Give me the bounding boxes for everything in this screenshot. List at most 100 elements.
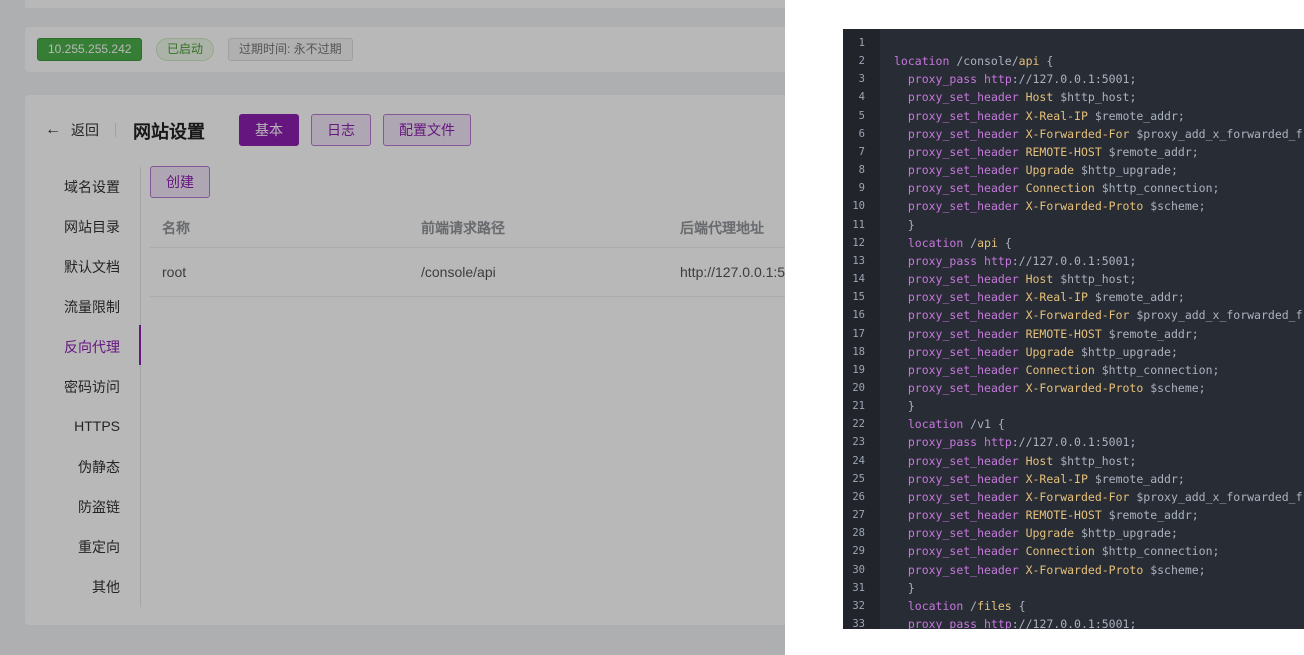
- code-line[interactable]: 17 proxy_set_header REMOTE-HOST $remote_…: [843, 325, 1304, 343]
- code-text: proxy_set_header X-Forwarded-Proto $sche…: [907, 199, 1206, 214]
- code-text: proxy_set_header Upgrade $http_upgrade;: [907, 163, 1178, 178]
- line-number: 26: [852, 490, 865, 503]
- code-text: }: [894, 399, 915, 414]
- code-text: proxy_set_header Host $http_host;: [907, 272, 1137, 287]
- code-text: proxy_set_header X-Forwarded-Proto $sche…: [907, 562, 1206, 577]
- code-text: proxy_set_header REMOTE-HOST $remote_add…: [907, 508, 1199, 523]
- code-line[interactable]: 32 location /files {: [843, 597, 1304, 615]
- code-text: proxy_set_header X-Real-IP $remote_addr;: [907, 471, 1185, 486]
- code-text: proxy_pass http://127.0.0.1:5001;: [907, 435, 1137, 450]
- code-text: location /v1 {: [907, 417, 1005, 432]
- code-text: proxy_set_header Host $http_host;: [907, 453, 1137, 468]
- code-line[interactable]: 28 proxy_set_header Upgrade $http_upgrad…: [843, 524, 1304, 542]
- code-line[interactable]: 15 proxy_set_header X-Real-IP $remote_ad…: [843, 288, 1304, 306]
- code-line[interactable]: 24 proxy_set_header Host $http_host;: [843, 452, 1304, 470]
- line-number: 18: [852, 345, 865, 358]
- line-number: 20: [852, 381, 865, 394]
- code-line[interactable]: 22 location /v1 {: [843, 415, 1304, 433]
- code-line[interactable]: 11 }: [843, 216, 1304, 234]
- line-number: 7: [858, 145, 865, 158]
- code-line[interactable]: 10 proxy_set_header X-Forwarded-Proto $s…: [843, 197, 1304, 215]
- code-text: proxy_set_header Host $http_host;: [907, 90, 1137, 105]
- code-text: proxy_set_header Connection $http_connec…: [907, 544, 1220, 559]
- code-line[interactable]: 9 proxy_set_header Connection $http_conn…: [843, 179, 1304, 197]
- line-number: 1: [858, 37, 865, 49]
- code-line[interactable]: 23 proxy_pass http://127.0.0.1:5001;: [843, 433, 1304, 451]
- line-number: 33: [852, 618, 865, 629]
- line-number: 12: [852, 236, 865, 249]
- line-number: 25: [852, 472, 865, 485]
- code-text: proxy_set_header X-Forwarded-For $proxy_…: [907, 308, 1303, 323]
- line-number: 17: [852, 327, 865, 340]
- line-number: 19: [852, 363, 865, 376]
- code-line[interactable]: 3 proxy_pass http://127.0.0.1:5001;: [843, 70, 1304, 88]
- line-number: 10: [852, 200, 865, 213]
- code-line[interactable]: 6 proxy_set_header X-Forwarded-For $prox…: [843, 125, 1304, 143]
- code-line[interactable]: 19 proxy_set_header Connection $http_con…: [843, 361, 1304, 379]
- code-line[interactable]: 5 proxy_set_header X-Real-IP $remote_add…: [843, 107, 1304, 125]
- code-line[interactable]: 13 proxy_pass http://127.0.0.1:5001;: [843, 252, 1304, 270]
- code-text: proxy_set_header Upgrade $http_upgrade;: [907, 526, 1178, 541]
- line-number: 15: [852, 291, 865, 304]
- line-number: 6: [858, 127, 865, 140]
- line-number: 22: [852, 418, 865, 431]
- line-number: 24: [852, 454, 865, 467]
- code-text: proxy_set_header Connection $http_connec…: [907, 181, 1220, 196]
- code-text: proxy_set_header REMOTE-HOST $remote_add…: [907, 326, 1199, 341]
- code-text: location /files {: [907, 598, 1026, 613]
- code-line[interactable]: 26 proxy_set_header X-Forwarded-For $pro…: [843, 488, 1304, 506]
- code-text: proxy_set_header Connection $http_connec…: [907, 362, 1220, 377]
- code-text: proxy_set_header X-Real-IP $remote_addr;: [907, 108, 1185, 123]
- code-text: proxy_set_header Upgrade $http_upgrade;: [907, 344, 1178, 359]
- code-line[interactable]: 12 location /api {: [843, 234, 1304, 252]
- code-text: }: [894, 580, 915, 595]
- code-line[interactable]: 7 proxy_set_header REMOTE-HOST $remote_a…: [843, 143, 1304, 161]
- code-line[interactable]: 14 proxy_set_header Host $http_host;: [843, 270, 1304, 288]
- code-line[interactable]: 25 proxy_set_header X-Real-IP $remote_ad…: [843, 470, 1304, 488]
- line-number: 4: [858, 91, 865, 104]
- code-line[interactable]: 18 proxy_set_header Upgrade $http_upgrad…: [843, 343, 1304, 361]
- code-line[interactable]: 30 proxy_set_header X-Forwarded-Proto $s…: [843, 561, 1304, 579]
- code-text: proxy_pass http://127.0.0.1:5001;: [907, 72, 1137, 87]
- code-line[interactable]: 4 proxy_set_header Host $http_host;: [843, 88, 1304, 106]
- code-text: proxy_set_header X-Forwarded-For $proxy_…: [907, 489, 1303, 504]
- code-text: proxy_set_header REMOTE-HOST $remote_add…: [907, 144, 1199, 159]
- line-number: 32: [852, 599, 865, 612]
- code-text: proxy_set_header X-Real-IP $remote_addr;: [907, 290, 1185, 305]
- line-number: 2: [858, 55, 865, 68]
- code-editor[interactable]: 1 2 location /console/api {3 proxy_pass ht…: [843, 29, 1304, 629]
- code-line[interactable]: 2 location /console/api {: [843, 52, 1304, 70]
- code-line[interactable]: 33 proxy_pass http://127.0.0.1:5001;: [843, 615, 1304, 629]
- code-line[interactable]: 27 proxy_set_header REMOTE-HOST $remote_…: [843, 506, 1304, 524]
- code-line[interactable]: 29 proxy_set_header Connection $http_con…: [843, 542, 1304, 560]
- code-text: proxy_set_header X-Forwarded-For $proxy_…: [907, 126, 1303, 141]
- code-line[interactable]: 8 proxy_set_header Upgrade $http_upgrade…: [843, 161, 1304, 179]
- line-number: 16: [852, 309, 865, 322]
- line-number: 23: [852, 436, 865, 449]
- line-number: 27: [852, 509, 865, 522]
- line-number: 11: [852, 218, 865, 231]
- code-text: location /api {: [907, 235, 1012, 250]
- code-text: proxy_set_header X-Forwarded-Proto $sche…: [907, 380, 1206, 395]
- code-lines: 1 2 location /console/api {3 proxy_pass ht…: [843, 34, 1304, 629]
- line-number: 5: [858, 109, 865, 122]
- line-number: 8: [858, 164, 865, 177]
- config-drawer: 1 2 location /console/api {3 proxy_pass ht…: [785, 0, 1304, 655]
- code-text: proxy_pass http://127.0.0.1:5001;: [907, 253, 1137, 268]
- code-text: }: [894, 217, 915, 232]
- line-number: 31: [852, 581, 865, 594]
- code-line[interactable]: 21 }: [843, 397, 1304, 415]
- code-line[interactable]: 31 }: [843, 579, 1304, 597]
- line-number: 13: [852, 254, 865, 267]
- modal-overlay[interactable]: [0, 0, 785, 655]
- line-number: 30: [852, 563, 865, 576]
- code-line[interactable]: 20 proxy_set_header X-Forwarded-Proto $s…: [843, 379, 1304, 397]
- line-number: 3: [858, 73, 865, 86]
- line-number: 9: [858, 182, 865, 195]
- line-number: 28: [852, 527, 865, 540]
- line-number: 29: [852, 545, 865, 558]
- code-line[interactable]: 1: [843, 34, 1304, 52]
- line-number: 14: [852, 273, 865, 286]
- code-line[interactable]: 16 proxy_set_header X-Forwarded-For $pro…: [843, 306, 1304, 324]
- code-text: proxy_pass http://127.0.0.1:5001;: [907, 617, 1137, 629]
